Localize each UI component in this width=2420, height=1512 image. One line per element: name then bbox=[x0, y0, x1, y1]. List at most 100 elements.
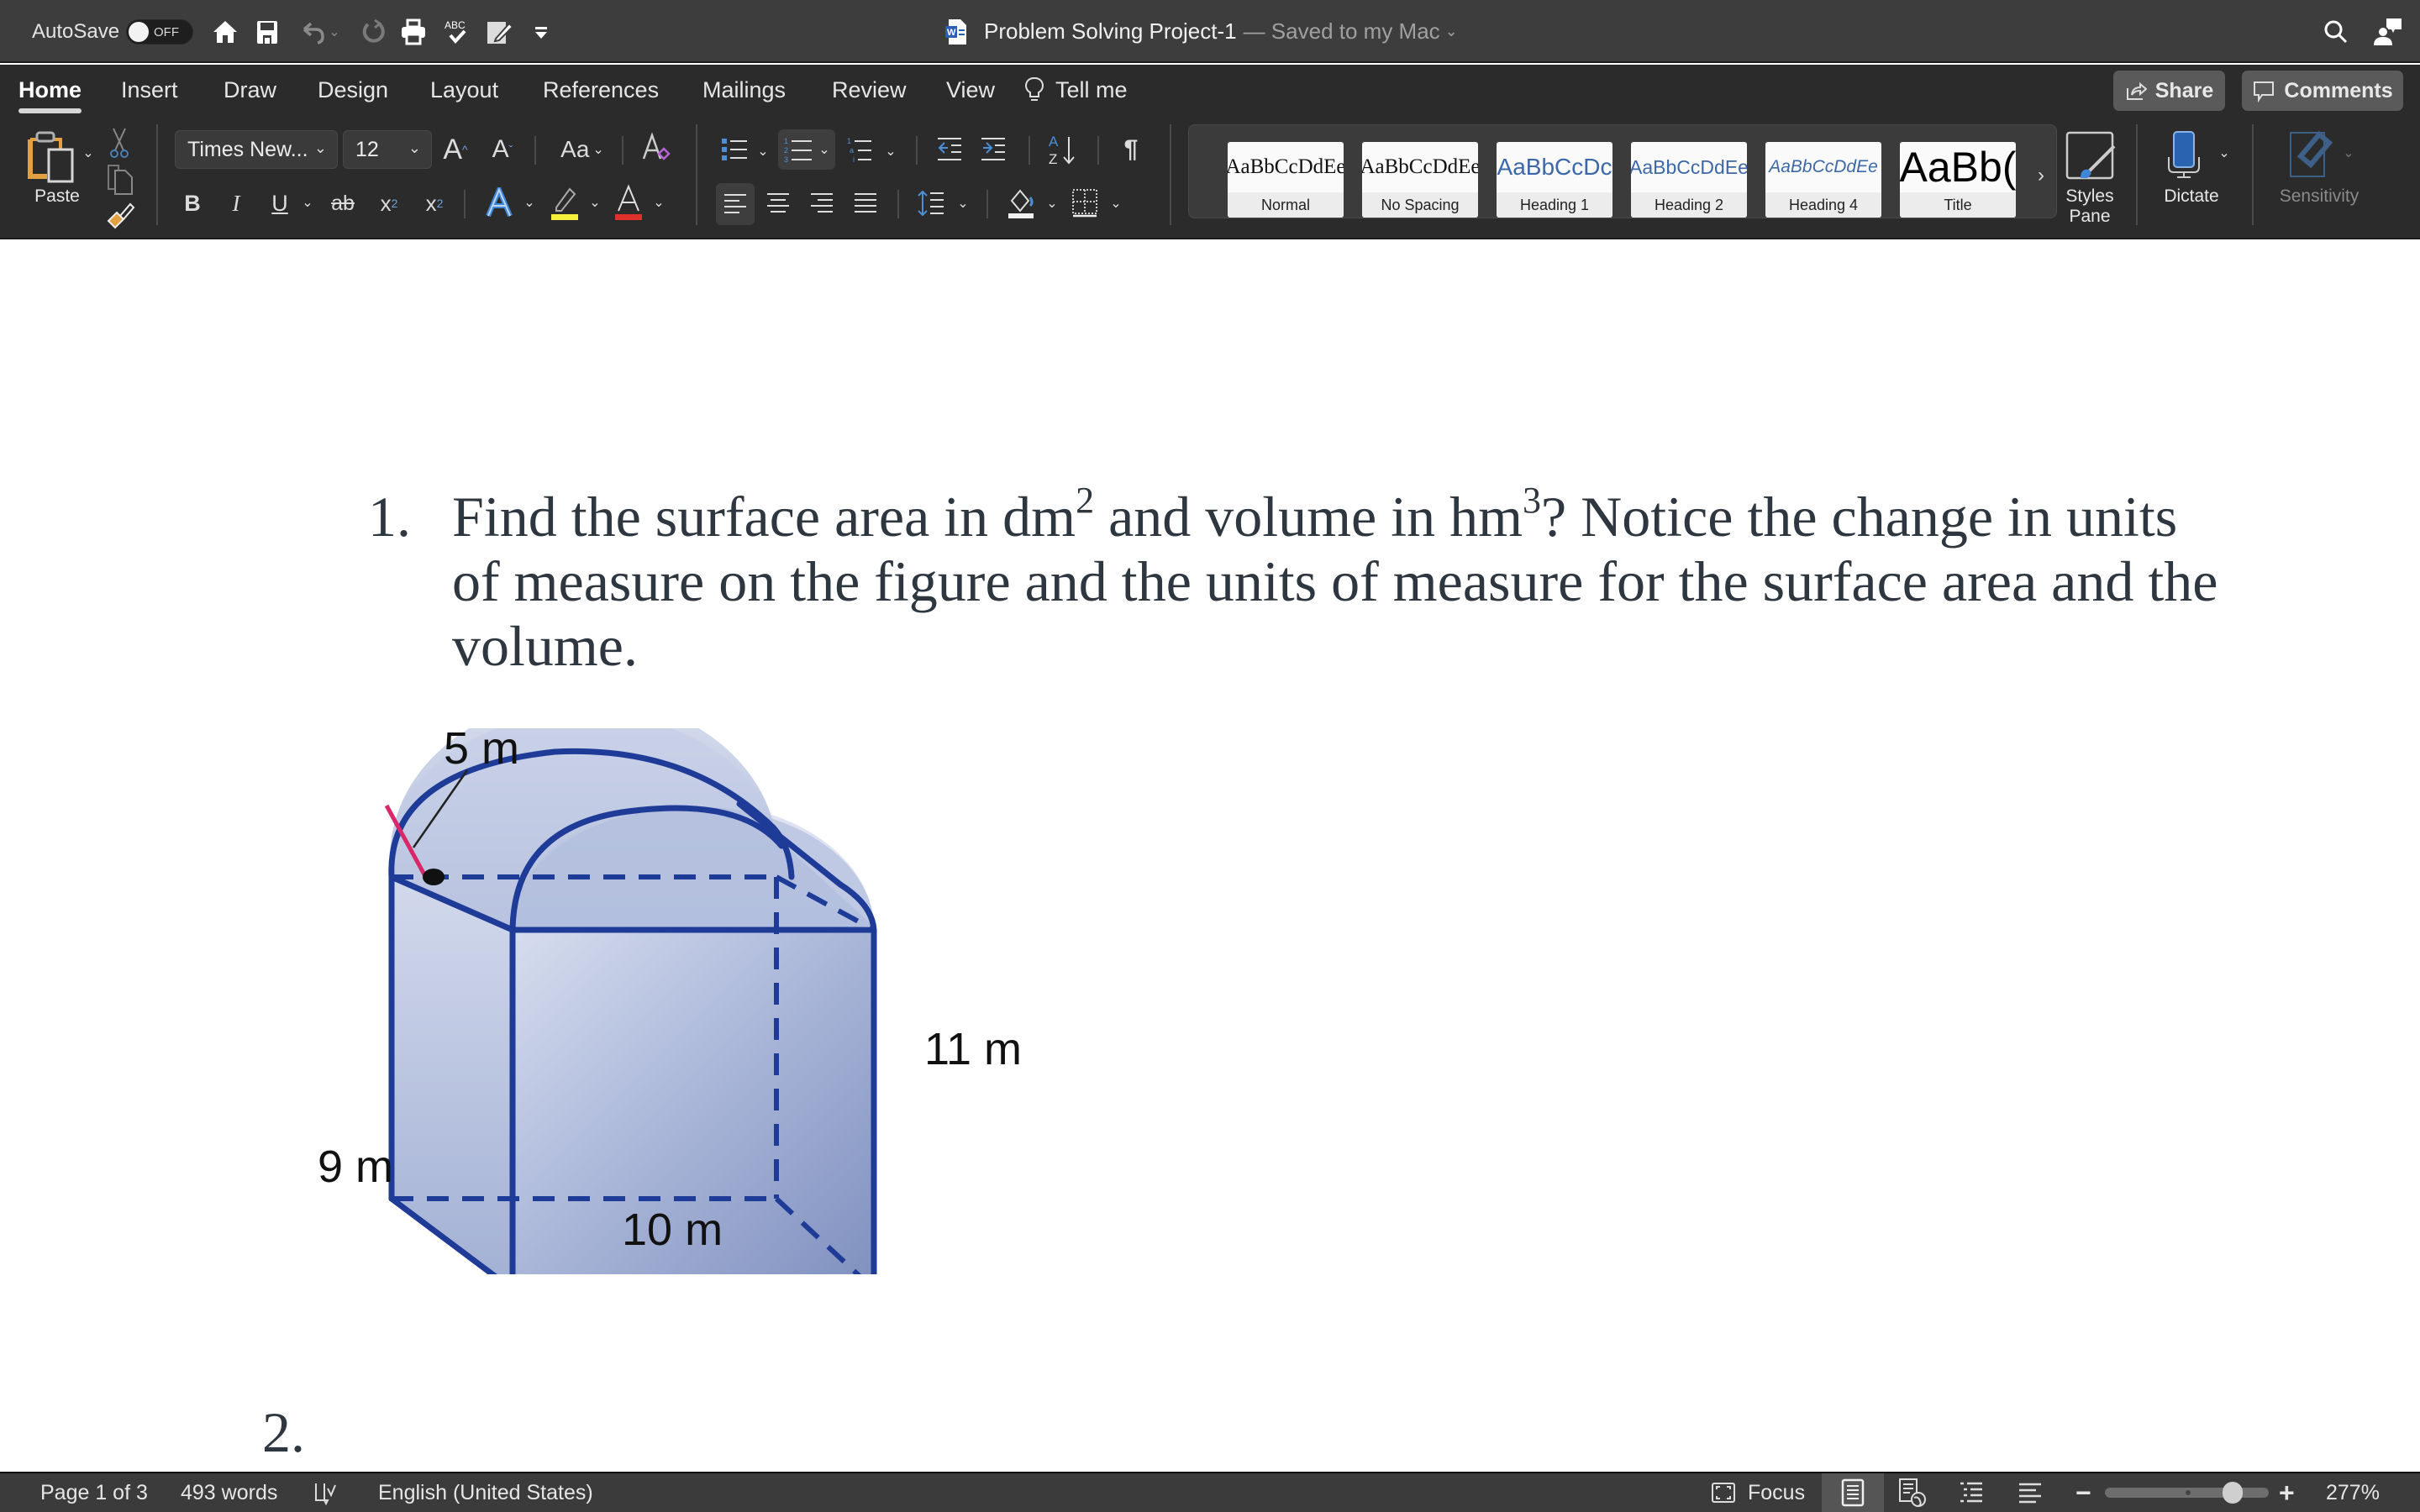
save-icon[interactable] bbox=[250, 15, 284, 49]
borders-icon[interactable] bbox=[1069, 185, 1101, 222]
cut-icon[interactable] bbox=[108, 126, 131, 160]
print-icon[interactable] bbox=[397, 15, 430, 49]
tab-tell-me[interactable]: Tell me bbox=[1025, 65, 1128, 115]
dictate-chevron-icon[interactable]: ⌄ bbox=[2215, 143, 2233, 163]
chevron-down-icon[interactable]: ⌄ bbox=[1445, 23, 1458, 40]
highlight-icon[interactable] bbox=[548, 183, 581, 222]
underline-button[interactable]: U bbox=[266, 186, 294, 220]
italic-button[interactable]: I bbox=[222, 186, 250, 220]
word-count[interactable]: 493 words bbox=[181, 1473, 277, 1512]
draft-view-icon[interactable] bbox=[2013, 1473, 2047, 1512]
share-button[interactable]: Share bbox=[2113, 71, 2225, 111]
align-right-icon[interactable] bbox=[805, 186, 839, 220]
styles-pane-button[interactable] bbox=[2060, 126, 2119, 185]
clear-formatting-icon[interactable] bbox=[639, 129, 672, 168]
sensitivity-button[interactable] bbox=[2287, 126, 2338, 180]
gallery-next-chevron-icon[interactable]: › bbox=[2029, 159, 2053, 192]
focus-button[interactable]: Focus bbox=[1711, 1473, 1805, 1512]
zoom-percent[interactable]: 277% bbox=[2326, 1473, 2380, 1512]
home-icon[interactable] bbox=[208, 15, 242, 49]
print-layout-view-icon[interactable] bbox=[1822, 1473, 1884, 1512]
zoom-out-button[interactable]: − bbox=[2075, 1473, 2091, 1512]
numbering-chevron-icon[interactable]: ⌄ bbox=[818, 141, 829, 158]
tab-home[interactable]: Home bbox=[18, 65, 82, 115]
shading-chevron-icon[interactable]: ⌄ bbox=[1044, 193, 1060, 213]
justify-icon[interactable] bbox=[849, 186, 882, 220]
grow-font-icon[interactable]: A ^ bbox=[440, 131, 471, 168]
style-heading-4[interactable]: AaBbCcDdEe Heading 4 bbox=[1765, 142, 1881, 218]
tab-draw[interactable]: Draw bbox=[224, 65, 276, 115]
bullets-chevron-icon[interactable]: ⌄ bbox=[755, 141, 771, 161]
font-size-dropdown[interactable]: 12 ⌄ bbox=[343, 130, 432, 169]
underline-options-chevron-icon[interactable]: ⌄ bbox=[299, 190, 316, 215]
show-formatting-marks-icon[interactable]: ¶ bbox=[1114, 131, 1148, 168]
outline-view-icon[interactable] bbox=[1954, 1473, 1988, 1512]
tab-insert[interactable]: Insert bbox=[121, 65, 178, 115]
paste-button[interactable] bbox=[20, 128, 81, 186]
undo-dropdown-icon[interactable]: ⌄ bbox=[326, 15, 343, 49]
zoom-in-button[interactable]: + bbox=[2279, 1473, 2295, 1512]
style-heading-1[interactable]: AaBbCcDc Heading 1 bbox=[1497, 142, 1612, 218]
tab-view[interactable]: View bbox=[946, 65, 995, 115]
tab-layout[interactable]: Layout bbox=[430, 65, 498, 115]
language[interactable]: English (United States) bbox=[378, 1473, 593, 1512]
redo-icon[interactable] bbox=[356, 15, 390, 49]
copy-icon[interactable] bbox=[106, 163, 134, 197]
search-icon[interactable] bbox=[2319, 15, 2353, 49]
font-color-icon[interactable] bbox=[612, 183, 645, 222]
composite-solid-figure[interactable]: 5 m 11 m 9 m 10 m bbox=[269, 728, 1109, 1274]
style-title[interactable]: AaBb( Title bbox=[1900, 142, 2016, 218]
decrease-indent-icon[interactable] bbox=[934, 133, 965, 166]
autosave-toggle[interactable]: OFF bbox=[126, 19, 193, 45]
shading-icon[interactable] bbox=[1005, 183, 1039, 222]
superscript-button[interactable]: x2 bbox=[420, 186, 449, 220]
sensitivity-chevron-icon[interactable]: ⌄ bbox=[2339, 143, 2358, 163]
tab-mailings[interactable]: Mailings bbox=[702, 65, 786, 115]
strikethrough-button[interactable]: ab bbox=[326, 186, 360, 220]
align-center-icon[interactable] bbox=[761, 186, 795, 220]
edit-document-icon[interactable] bbox=[482, 15, 516, 49]
numbering-button[interactable]: 123 ⌄ bbox=[778, 129, 835, 170]
borders-chevron-icon[interactable]: ⌄ bbox=[1107, 193, 1124, 213]
highlight-chevron-icon[interactable]: ⌄ bbox=[587, 190, 603, 215]
text-effects-icon[interactable] bbox=[482, 185, 516, 222]
subscript-button[interactable]: x2 bbox=[375, 186, 403, 220]
dictate-button[interactable] bbox=[2161, 126, 2207, 185]
paste-options-chevron-icon[interactable]: ⌄ bbox=[79, 143, 97, 163]
question-1-text[interactable]: Find the surface area in dm2 and volume … bbox=[452, 482, 2233, 679]
tab-review[interactable]: Review bbox=[832, 65, 907, 115]
shrink-font-icon[interactable]: Aˇ bbox=[487, 131, 518, 168]
style-normal[interactable]: AaBbCcDdEe Normal bbox=[1228, 142, 1344, 218]
sort-icon[interactable]: AZ bbox=[1045, 129, 1079, 170]
tab-references[interactable]: References bbox=[543, 65, 659, 115]
zoom-slider-thumb[interactable] bbox=[2222, 1482, 2243, 1504]
comments-button[interactable]: Comments bbox=[2242, 71, 2403, 111]
undo-icon[interactable] bbox=[296, 15, 329, 49]
customize-toolbar-icon[interactable] bbox=[524, 15, 558, 49]
increase-indent-icon[interactable] bbox=[978, 133, 1008, 166]
multilevel-chevron-icon[interactable]: ⌄ bbox=[882, 141, 899, 161]
style-heading-2[interactable]: AaBbCcDdEe Heading 2 bbox=[1631, 142, 1747, 218]
svg-text:Z: Z bbox=[1049, 151, 1057, 167]
multilevel-list-icon[interactable]: 1ai bbox=[845, 133, 876, 166]
style-no-spacing[interactable]: AaBbCcDdEe No Spacing bbox=[1362, 142, 1478, 218]
text-effects-chevron-icon[interactable]: ⌄ bbox=[521, 190, 538, 215]
change-case-button[interactable]: Aa ⌄ bbox=[553, 131, 612, 168]
align-left-button[interactable] bbox=[716, 183, 755, 225]
font-name-dropdown[interactable]: Times New... ⌄ bbox=[175, 130, 338, 169]
line-spacing-chevron-icon[interactable]: ⌄ bbox=[955, 193, 971, 213]
document-title[interactable]: W Problem Solving Project-1 — Saved to m… bbox=[945, 0, 1458, 63]
bold-button[interactable]: B bbox=[178, 186, 207, 220]
zoom-slider[interactable] bbox=[2105, 1482, 2269, 1504]
spelling-check-icon[interactable]: ABC bbox=[440, 15, 474, 49]
share-person-icon[interactable] bbox=[2371, 15, 2405, 49]
page-count[interactable]: Page 1 of 3 bbox=[40, 1473, 148, 1512]
web-layout-view-icon[interactable] bbox=[1896, 1473, 1929, 1512]
line-spacing-icon[interactable] bbox=[914, 186, 948, 220]
proofing-icon[interactable] bbox=[313, 1473, 338, 1512]
bullets-icon[interactable] bbox=[719, 133, 750, 166]
format-painter-icon[interactable] bbox=[104, 200, 136, 232]
tab-design[interactable]: Design bbox=[318, 65, 388, 115]
document-canvas[interactable]: 1. Find the surface area in dm2 and volu… bbox=[0, 241, 2420, 1472]
font-color-chevron-icon[interactable]: ⌄ bbox=[650, 190, 667, 215]
